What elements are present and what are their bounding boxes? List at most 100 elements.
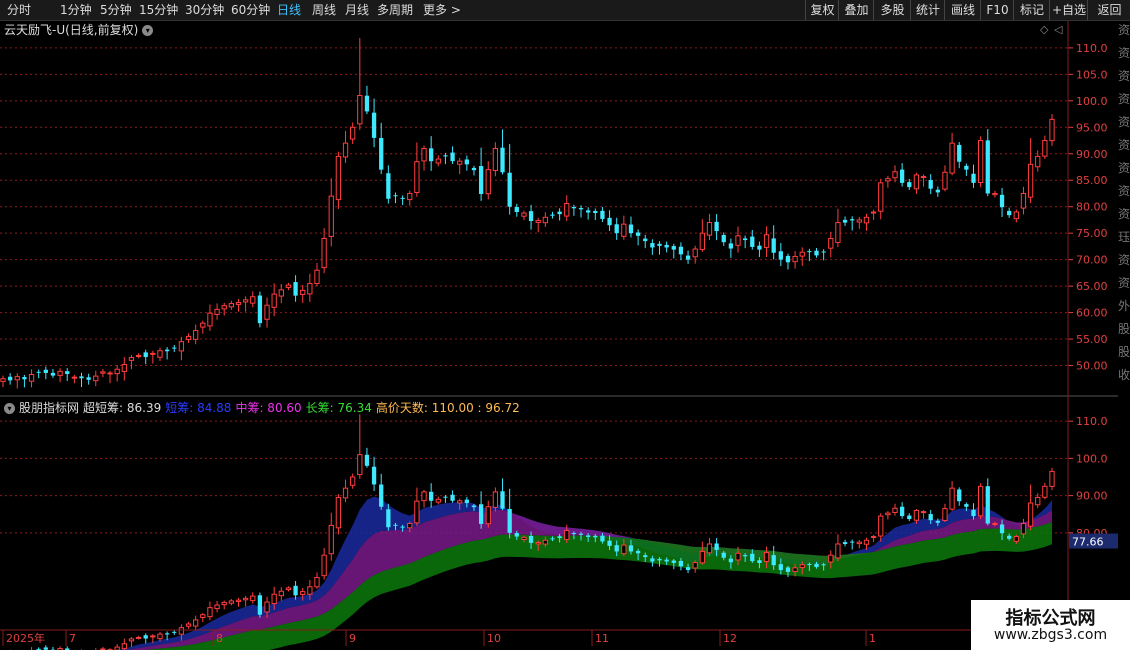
- candle-body: [870, 536, 877, 539]
- watermark-logo: 指标公式网 www.zbgs3.com: [971, 600, 1130, 650]
- candle-body: [193, 619, 199, 627]
- candle-body: [257, 595, 263, 615]
- candle-body: [414, 161, 420, 193]
- candle-body: [335, 155, 342, 201]
- candle-body: [435, 158, 441, 164]
- candle-body: [135, 354, 142, 357]
- candle-body: [885, 178, 891, 182]
- candle-body: [657, 243, 662, 246]
- candle-body: [314, 576, 320, 588]
- side-glyph: 股: [1118, 322, 1130, 336]
- candle-body: [557, 536, 562, 539]
- candle-body: [357, 454, 363, 476]
- candle-body: [750, 236, 755, 247]
- candle-body: [157, 350, 163, 358]
- candle-body: [771, 555, 776, 566]
- candle-body: [471, 167, 477, 171]
- candle-body: [528, 535, 534, 543]
- candle-body: [607, 217, 612, 226]
- y-tick-label: 85.00: [1076, 174, 1108, 187]
- candle-body: [250, 296, 256, 304]
- candle-body: [750, 553, 755, 562]
- candle-body: [892, 171, 898, 179]
- candle-body: [578, 208, 584, 210]
- candle-body: [1007, 210, 1012, 216]
- candle-body: [143, 352, 148, 358]
- candle-body: [550, 538, 555, 540]
- candle-body: [721, 552, 726, 558]
- candle-body: [870, 211, 877, 214]
- candle-body: [964, 165, 969, 170]
- candle-body: [485, 506, 491, 525]
- candle-body: [307, 586, 313, 595]
- chevron-right-icon[interactable]: ◁: [1054, 23, 1063, 36]
- candle-body: [850, 219, 855, 221]
- candle-body: [856, 219, 862, 223]
- candle-body: [157, 633, 163, 640]
- candle-body: [977, 485, 984, 517]
- candle-body: [128, 638, 135, 642]
- y-tick-label: 105.0: [1076, 68, 1108, 81]
- candle-body: [450, 152, 455, 162]
- candle-body: [542, 216, 548, 224]
- candle-body: [293, 585, 298, 596]
- candle-body: [778, 251, 783, 260]
- side-glyph: 资: [1118, 184, 1130, 198]
- main-price-chart[interactable]: 110.0 105.0 100.0 95.00 90.00 85.00 80.00 75.00…: [0, 0, 1130, 650]
- candle-body: [593, 535, 598, 538]
- candle-body: [535, 542, 541, 545]
- candle-body: [28, 374, 35, 382]
- candle-body: [207, 607, 213, 618]
- candle-body: [242, 299, 249, 303]
- x-tick-label: 10: [487, 632, 501, 645]
- candle-body: [507, 508, 512, 533]
- side-glyph: 资: [1118, 253, 1130, 267]
- candle-body: [242, 597, 249, 601]
- candle-body: [586, 535, 591, 537]
- candle-body: [435, 498, 441, 503]
- candle-body: [342, 142, 349, 158]
- candle-body: [578, 533, 584, 535]
- side-glyph: 资: [1118, 115, 1130, 129]
- candle-body: [614, 224, 619, 234]
- side-glyph: 资: [1118, 46, 1130, 60]
- side-glyph: 资: [1118, 23, 1130, 37]
- candle-body: [799, 251, 805, 257]
- y-tick-label: 70.00: [1076, 254, 1108, 267]
- candle-body: [193, 330, 199, 340]
- candle-body: [650, 243, 655, 248]
- candle-body: [920, 176, 927, 179]
- candle-body: [913, 174, 920, 190]
- candle-body: [371, 466, 377, 485]
- candle-body: [885, 512, 891, 516]
- candle-body: [842, 542, 848, 544]
- candle-body: [22, 377, 27, 380]
- y-tick-label: 95.00: [1076, 121, 1108, 134]
- candle-body: [342, 487, 349, 499]
- y-tick-label: 60.00: [1076, 307, 1108, 320]
- candle-body: [600, 535, 605, 542]
- candle-body: [942, 171, 948, 190]
- x-tick-label: 11: [595, 632, 609, 645]
- candle-body: [457, 500, 463, 504]
- candle-body: [328, 524, 334, 555]
- candle-body: [393, 195, 398, 197]
- candle-body: [421, 491, 427, 502]
- x-tick-label: 2025年: [6, 631, 45, 645]
- candle-body: [285, 587, 292, 591]
- candle-body: [920, 511, 927, 514]
- candle-body: [935, 189, 940, 193]
- candle-body: [907, 182, 912, 188]
- candle-body: [635, 550, 641, 554]
- candle-body: [692, 562, 698, 569]
- candle-body: [735, 235, 741, 246]
- candle-body: [293, 282, 298, 296]
- candle-body: [957, 144, 962, 162]
- diamond-icon[interactable]: ◇: [1040, 23, 1049, 36]
- candle-body: [878, 515, 884, 537]
- candle-body: [278, 289, 284, 297]
- candle-body: [464, 499, 469, 504]
- candle-body: [172, 347, 177, 349]
- candle-body: [135, 636, 142, 639]
- candle-body: [835, 222, 841, 243]
